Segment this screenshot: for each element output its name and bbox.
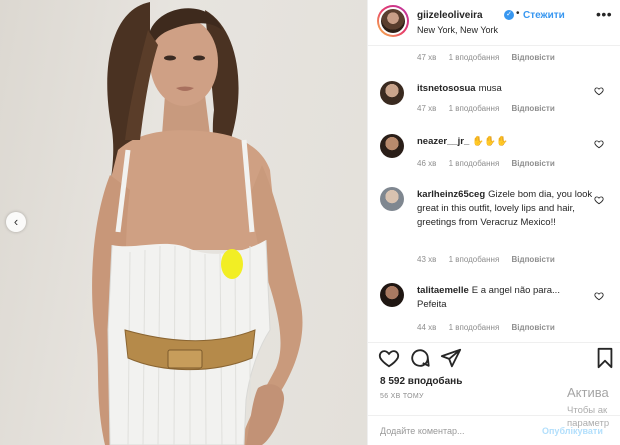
verified-badge-icon: ✓	[504, 10, 514, 20]
comment-text: musa	[478, 83, 502, 94]
comment-likes[interactable]: 1 вподобання	[449, 159, 500, 168]
author-avatar[interactable]	[377, 5, 409, 37]
post-actions: 8 592 вподобань 56 ХВ ТОМУ Опублікувати	[368, 342, 620, 445]
comment-username[interactable]: talitaemelle	[417, 285, 469, 296]
comment-likes[interactable]: 1 вподобання	[449, 255, 500, 264]
comment-username[interactable]: neazer__jr_	[417, 136, 469, 147]
comment-likes[interactable]: 1 вподобання	[449, 104, 500, 113]
share-icon[interactable]	[440, 347, 462, 369]
comment-input[interactable]	[380, 423, 540, 439]
comment-username[interactable]: itsnetososua	[417, 83, 476, 94]
post-side-panel: giizeleoliveira ✓ • Стежити New York, Ne…	[367, 0, 620, 445]
reply-button[interactable]: Відповісти	[512, 159, 555, 168]
comment-text: ✋✋✋	[472, 136, 508, 147]
add-comment-form: Опублікувати	[368, 415, 620, 445]
heart-icon[interactable]	[378, 347, 400, 369]
comment-time: 47 хв	[417, 104, 437, 113]
comment-meta: 44 хв 1 вподобання Відповісти	[417, 323, 565, 332]
comment-meta: 43 хв 1 вподобання Відповісти	[417, 255, 565, 264]
comment-body: karlheinz65ceg Gizele bom dia, you look g…	[417, 188, 595, 230]
comment-time: 47 хв	[417, 53, 437, 62]
likes-count[interactable]: 8 592 вподобань	[380, 376, 462, 387]
comments-list[interactable]: 47 хв 1 вподобання Відповісти itsnetosos…	[368, 47, 620, 342]
comment-body: itsnetososua musa	[417, 82, 595, 96]
heart-icon[interactable]	[594, 86, 604, 96]
comment-meta: 47 хв 1 вподобання Відповісти	[417, 104, 565, 113]
previous-photo-button[interactable]: ‹	[6, 212, 26, 232]
post-photo[interactable]: ‹	[0, 0, 367, 445]
comment-likes[interactable]: 1 вподобання	[449, 53, 500, 62]
comment-meta: 46 хв 1 вподобання Відповісти	[417, 159, 565, 168]
comment-likes[interactable]: 1 вподобання	[449, 323, 500, 332]
comment-avatar[interactable]	[380, 283, 404, 307]
reply-button[interactable]: Відповісти	[512, 104, 555, 113]
author-username[interactable]: giizeleoliveira	[417, 10, 483, 21]
comment-time: 44 хв	[417, 323, 437, 332]
photo-illustration	[92, 2, 303, 445]
follow-button[interactable]: Стежити	[523, 10, 565, 21]
instagram-post: ‹ giizeleoliveira ✓ • Стежити New York, …	[0, 0, 620, 445]
comment-body: talitaemelle E a angel não para... Pefeit…	[417, 284, 587, 312]
comment-avatar[interactable]	[380, 81, 404, 105]
reply-button[interactable]: Відповісти	[512, 53, 555, 62]
comment-username[interactable]: karlheinz65ceg	[417, 189, 485, 200]
comment-meta: 47 хв 1 вподобання Відповісти	[417, 53, 565, 62]
heart-icon[interactable]	[594, 195, 604, 205]
comment-time: 43 хв	[417, 255, 437, 264]
post-location[interactable]: New York, New York	[417, 25, 498, 35]
comment-body: neazer__jr_ ✋✋✋	[417, 135, 595, 149]
heart-icon[interactable]	[594, 291, 604, 301]
more-options-icon[interactable]: •••	[596, 6, 612, 22]
publish-button[interactable]: Опублікувати	[542, 426, 603, 436]
reply-button[interactable]: Відповісти	[512, 255, 555, 264]
header-separator: •	[516, 8, 520, 19]
comment-time: 46 хв	[417, 159, 437, 168]
comment-icon[interactable]	[409, 347, 431, 369]
heart-icon[interactable]	[594, 139, 604, 149]
post-timestamp[interactable]: 56 ХВ ТОМУ	[380, 393, 424, 400]
reply-button[interactable]: Відповісти	[512, 323, 555, 332]
post-header: giizeleoliveira ✓ • Стежити New York, Ne…	[368, 0, 620, 46]
comment-avatar[interactable]	[380, 134, 404, 158]
comment-avatar[interactable]	[380, 187, 404, 211]
bookmark-icon[interactable]	[594, 347, 616, 369]
chevron-left-icon: ‹	[13, 213, 19, 229]
